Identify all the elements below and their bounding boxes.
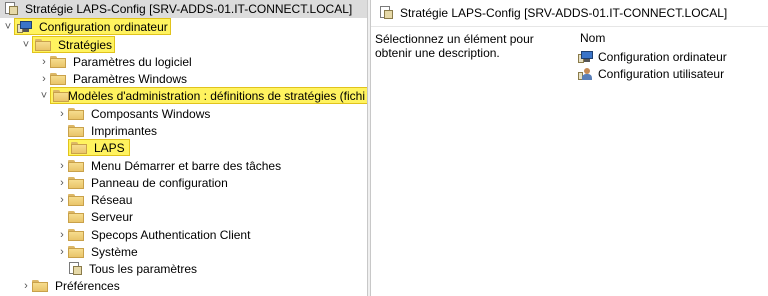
expand-arrow-icon[interactable]: › bbox=[56, 243, 68, 260]
folder-icon bbox=[71, 141, 87, 154]
tree-item-label: Imprimantes bbox=[91, 123, 158, 138]
tree-item-windows-settings[interactable]: › Paramètres Windows bbox=[38, 70, 189, 87]
all-settings-icon bbox=[68, 261, 82, 276]
expand-arrow-icon[interactable]: › bbox=[56, 157, 68, 174]
tree-item-specops[interactable]: › Specops Authentication Client bbox=[56, 226, 252, 243]
details-item-computer-config[interactable]: Configuration ordinateur bbox=[578, 50, 727, 64]
tree-item-label: Menu Démarrer et barre des tâches bbox=[91, 158, 282, 173]
folder-icon bbox=[68, 176, 84, 189]
expand-arrow-icon[interactable]: ˅ bbox=[20, 36, 32, 53]
highlight-box: Stratégies bbox=[32, 36, 116, 53]
expand-arrow-icon[interactable]: ˅ bbox=[38, 87, 50, 104]
details-item-label: Configuration utilisateur bbox=[598, 67, 725, 81]
details-title: Stratégie LAPS-Config [SRV-ADDS-01.IT-CO… bbox=[400, 6, 728, 20]
tree-item-label: Préférences bbox=[55, 278, 120, 293]
expand-arrow-icon[interactable]: › bbox=[20, 277, 32, 294]
tree-item-all-settings[interactable]: Tous les paramètres bbox=[56, 260, 199, 277]
tree-item-label: Panneau de configuration bbox=[91, 175, 228, 190]
policy-doc-icon bbox=[4, 2, 18, 16]
expand-arrow-icon bbox=[56, 139, 68, 156]
tree-item-strategies[interactable]: ˅ Stratégies bbox=[20, 36, 116, 53]
computer-policy-icon bbox=[578, 50, 594, 64]
tree-item-admin-templates[interactable]: ˅ Modèles d'administration : définitions… bbox=[38, 87, 367, 104]
expand-arrow-icon[interactable]: › bbox=[56, 174, 68, 191]
policy-doc-icon bbox=[379, 6, 393, 20]
computer-policy-icon bbox=[17, 20, 33, 34]
expand-arrow-icon[interactable]: › bbox=[56, 226, 68, 243]
details-header: Stratégie LAPS-Config [SRV-ADDS-01.IT-CO… bbox=[371, 0, 768, 27]
tree-item-printers[interactable]: Imprimantes bbox=[56, 122, 159, 139]
folder-icon bbox=[53, 89, 69, 102]
expand-arrow-icon bbox=[56, 260, 68, 277]
tree-item-label: Tous les paramètres bbox=[89, 261, 198, 276]
tree-item-label: Modèles d'administration : définitions d… bbox=[67, 88, 365, 103]
tree-item-server[interactable]: Serveur bbox=[56, 208, 135, 225]
tree-item-label: Configuration ordinateur bbox=[39, 19, 168, 34]
tree-pane: Stratégie LAPS-Config [SRV-ADDS-01.IT-CO… bbox=[0, 0, 367, 296]
tree-item-label: Specops Authentication Client bbox=[91, 227, 251, 242]
expand-arrow-icon[interactable]: › bbox=[38, 53, 50, 70]
tree-item-label: Paramètres du logiciel bbox=[73, 54, 192, 69]
user-policy-icon bbox=[578, 67, 594, 81]
description-text: Sélectionnez un élément pour obtenir une… bbox=[375, 32, 534, 60]
folder-icon bbox=[68, 124, 84, 137]
tree-root-label: Stratégie LAPS-Config [SRV-ADDS-01.IT-CO… bbox=[25, 2, 353, 16]
tree-item-preferences[interactable]: › Préférences bbox=[20, 277, 122, 294]
folder-icon bbox=[68, 245, 84, 258]
column-header-name[interactable]: Nom bbox=[580, 31, 605, 45]
tree-item-label: Stratégies bbox=[58, 37, 113, 52]
folder-icon bbox=[35, 38, 51, 51]
expand-arrow-icon[interactable]: › bbox=[38, 70, 50, 87]
tree-item-software-settings[interactable]: › Paramètres du logiciel bbox=[38, 53, 194, 70]
highlight-box: Configuration ordinateur bbox=[14, 18, 171, 35]
details-pane: Stratégie LAPS-Config [SRV-ADDS-01.IT-CO… bbox=[371, 0, 768, 296]
tree-item-control-panel[interactable]: › Panneau de configuration bbox=[56, 174, 230, 191]
folder-icon bbox=[68, 107, 84, 120]
folder-icon bbox=[68, 228, 84, 241]
tree-item-label: Composants Windows bbox=[91, 106, 211, 121]
tree-item-windows-components[interactable]: › Composants Windows bbox=[56, 105, 212, 122]
highlight-box: LAPS bbox=[68, 139, 130, 156]
tree-item-label: Réseau bbox=[91, 192, 133, 207]
folder-icon bbox=[50, 55, 66, 68]
details-item-label: Configuration ordinateur bbox=[598, 50, 727, 64]
details-item-user-config[interactable]: Configuration utilisateur bbox=[578, 67, 724, 81]
tree-item-start-menu[interactable]: › Menu Démarrer et barre des tâches bbox=[56, 157, 283, 174]
folder-icon bbox=[32, 279, 48, 292]
tree-item-label: LAPS bbox=[94, 140, 125, 155]
tree-item-label: Système bbox=[91, 244, 138, 259]
expand-arrow-icon[interactable]: ˅ bbox=[2, 18, 14, 35]
tree-item-computer-config[interactable]: ˅ Configuration ordinateur bbox=[2, 18, 171, 35]
expand-arrow-icon bbox=[56, 208, 68, 225]
highlight-box: Modèles d'administration : définitions d… bbox=[50, 87, 367, 104]
tree-item-label: Serveur bbox=[91, 209, 134, 224]
expand-arrow-icon[interactable]: › bbox=[56, 105, 68, 122]
tree-item-network[interactable]: › Réseau bbox=[56, 191, 134, 208]
expand-arrow-icon[interactable]: › bbox=[56, 191, 68, 208]
folder-icon bbox=[68, 159, 84, 172]
folder-icon bbox=[68, 210, 84, 223]
tree-root-gpo[interactable]: Stratégie LAPS-Config [SRV-ADDS-01.IT-CO… bbox=[0, 0, 367, 18]
tree-item-label: Paramètres Windows bbox=[73, 71, 188, 86]
expand-arrow-icon bbox=[56, 122, 68, 139]
tree-item-laps[interactable]: LAPS bbox=[56, 139, 130, 156]
folder-icon bbox=[50, 72, 66, 85]
folder-icon bbox=[68, 193, 84, 206]
tree-item-system[interactable]: › Système bbox=[56, 243, 140, 260]
